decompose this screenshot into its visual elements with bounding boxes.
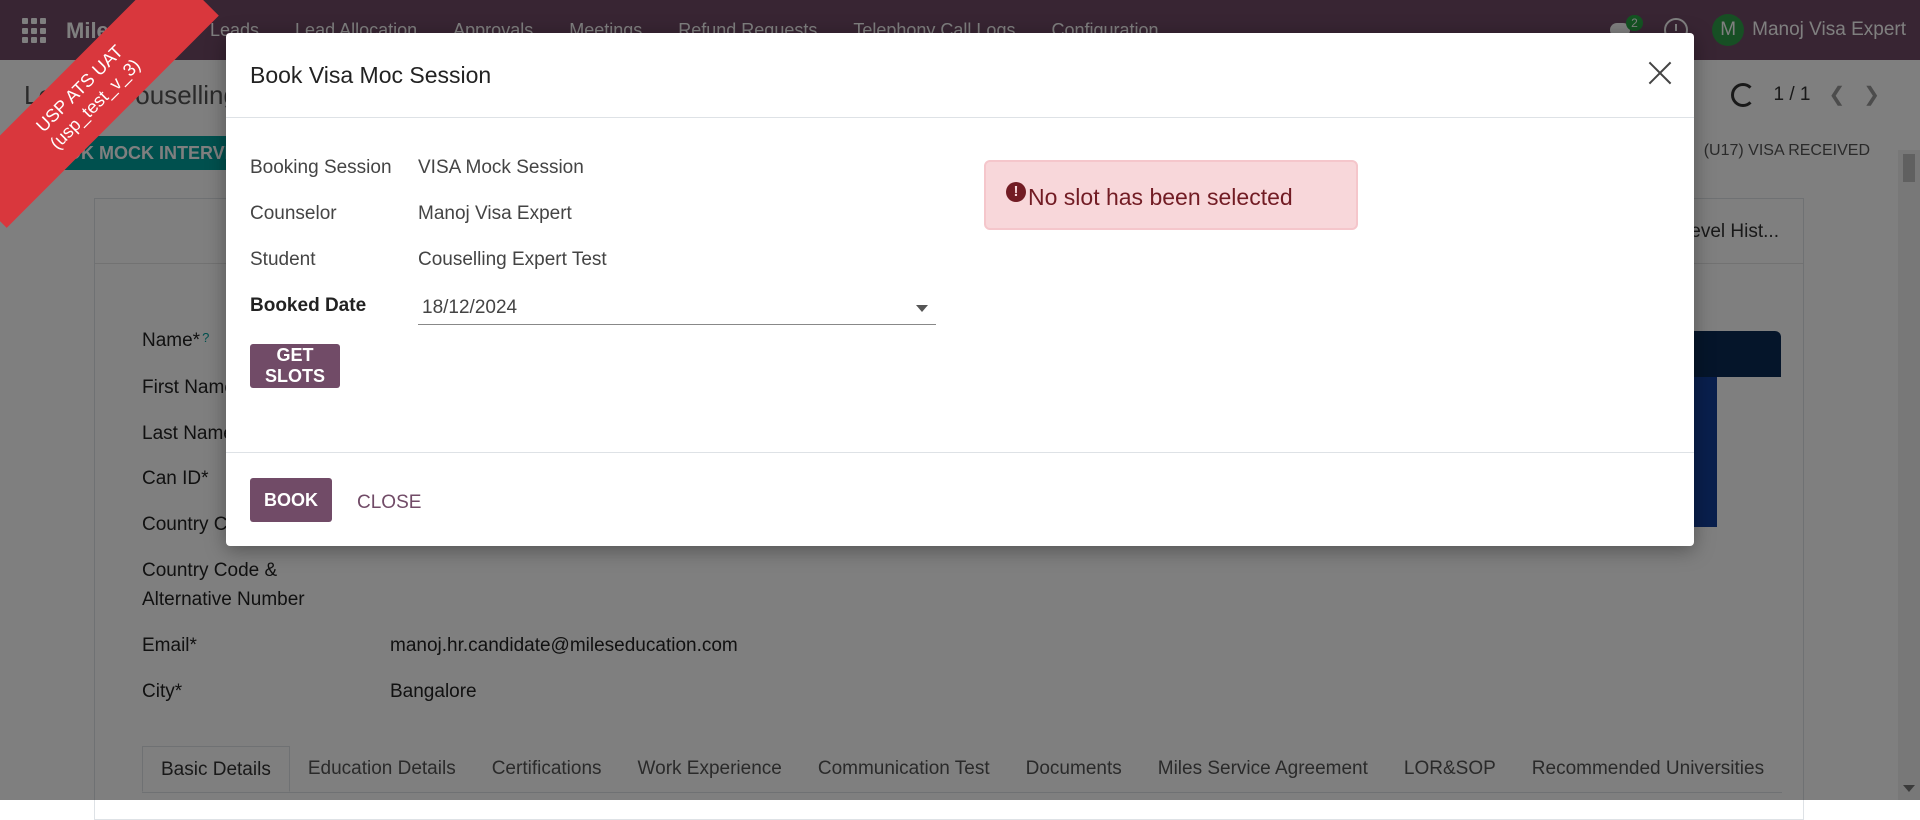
book-button[interactable]: BOOK [250, 478, 332, 522]
close-button[interactable]: CLOSE [351, 491, 427, 515]
booked-date-input[interactable] [418, 291, 936, 325]
environment-ribbon: USP ATS UAT (usp_test_v_3) [0, 0, 240, 240]
caret-down-icon[interactable] [916, 305, 928, 312]
alert-message: No slot has been selected [1028, 184, 1293, 210]
student-value: Couselling Expert Test [418, 249, 607, 270]
booked-date-label: Booked Date [250, 295, 367, 316]
book-session-dialog: Book Visa Moc Session Booking Session VI… [226, 33, 1694, 546]
get-slots-button[interactable]: GET SLOTS [250, 344, 340, 388]
ribbon-line-2: (usp_test_v_3) [45, 54, 145, 154]
booking-session-label: Booking Session [250, 157, 392, 178]
close-icon[interactable] [1646, 59, 1674, 87]
counselor-label: Counselor [250, 203, 337, 224]
dialog-title: Book Visa Moc Session [250, 62, 492, 88]
booking-session-value: VISA Mock Session [418, 157, 584, 178]
dialog-footer: BOOK CLOSE [226, 452, 1694, 547]
counselor-value: Manoj Visa Expert [418, 203, 572, 224]
ribbon-banner: USP ATS UAT (usp_test_v_3) [0, 0, 219, 228]
no-slot-alert: ! No slot has been selected [984, 160, 1358, 230]
student-label: Student [250, 249, 316, 270]
exclamation-circle-icon: ! [1006, 182, 1026, 202]
dialog-header: Book Visa Moc Session [226, 33, 1694, 118]
